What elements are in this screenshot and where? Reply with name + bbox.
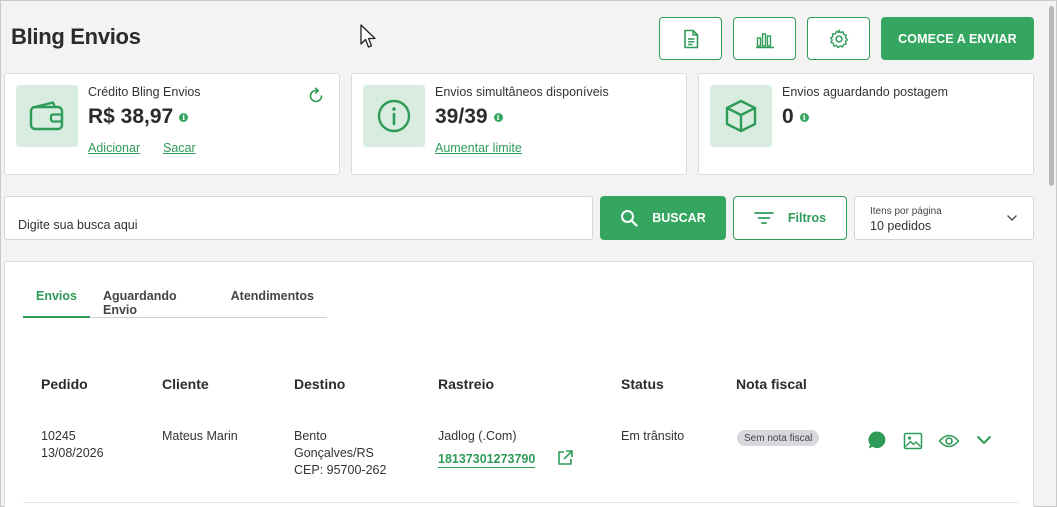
filters-button[interactable]: Filtros xyxy=(733,196,847,240)
add-credit-link[interactable]: Adicionar xyxy=(88,141,140,155)
invoice-badge: Sem nota fiscal xyxy=(737,430,820,446)
awaiting-label: Envios aguardando postagem xyxy=(782,85,949,99)
destination-cep: CEP: 95700-262 xyxy=(294,463,387,477)
column-header-cliente: Cliente xyxy=(162,376,209,392)
order-number: 10245 xyxy=(41,429,76,443)
chat-icon[interactable] xyxy=(867,430,887,450)
eye-icon[interactable] xyxy=(938,433,960,449)
awaiting-icon-box xyxy=(710,85,772,147)
destination-cell: Bento Gonçalves/RS CEP: 95700-262 xyxy=(294,428,386,479)
chevron-down-icon xyxy=(1007,215,1017,221)
credit-value: R$ 38,97 xyxy=(88,105,174,128)
mouse-cursor-icon xyxy=(360,24,376,48)
tab-aguardando-envio[interactable]: Aguardando Envio xyxy=(90,279,218,318)
box-icon xyxy=(725,99,757,133)
refresh-icon[interactable] xyxy=(307,87,325,105)
search-button-label: BUSCAR xyxy=(652,211,706,225)
filters-button-label: Filtros xyxy=(787,211,827,225)
awaiting-value-row: 0 i xyxy=(782,105,809,129)
shipments-value-row: 39/39 i xyxy=(435,105,503,129)
gear-icon xyxy=(829,29,848,48)
shipments-label: Envios simultâneos disponíveis xyxy=(435,85,609,99)
image-icon[interactable] xyxy=(903,432,923,450)
shipments-value: 39/39 xyxy=(435,105,488,128)
info-icon[interactable]: i xyxy=(799,112,809,122)
items-per-page-label: Itens por página xyxy=(870,206,942,217)
info-icon[interactable]: i xyxy=(493,112,503,122)
start-sending-button[interactable]: COMECE A ENVIAR xyxy=(881,17,1034,60)
client-cell: Mateus Marin xyxy=(162,429,238,443)
column-header-pedido: Pedido xyxy=(41,376,88,392)
row-divider xyxy=(23,502,1019,503)
tab-envios[interactable]: Envios xyxy=(23,279,90,318)
shipments-icon-box xyxy=(363,85,425,147)
external-link-icon[interactable] xyxy=(556,449,574,467)
reports-button[interactable] xyxy=(733,17,796,60)
order-date: 13/08/2026 xyxy=(41,446,104,460)
search-button[interactable]: BUSCAR xyxy=(600,196,726,240)
destination-city: Bento xyxy=(294,429,327,443)
filter-icon xyxy=(753,212,774,224)
column-header-status: Status xyxy=(621,376,664,392)
credit-icon-box xyxy=(16,85,78,147)
awaiting-value: 0 xyxy=(782,105,794,128)
status-cell: Em trânsito xyxy=(621,429,685,443)
withdraw-link[interactable]: Sacar xyxy=(163,141,196,155)
settings-button[interactable] xyxy=(807,17,870,60)
search-input[interactable] xyxy=(4,196,593,240)
info-circle-icon xyxy=(377,99,411,133)
items-per-page-value: 10 pedidos xyxy=(870,219,932,233)
tab-bar: Envios Aguardando Envio Atendimentos xyxy=(23,279,327,318)
document-button[interactable] xyxy=(659,17,722,60)
page-title: Bling Envios xyxy=(11,24,141,49)
search-icon xyxy=(621,210,638,227)
order-cell: 10245 13/08/2026 xyxy=(41,428,104,462)
awaiting-card: Envios aguardando postagem 0 i xyxy=(698,73,1034,175)
document-icon xyxy=(683,29,698,48)
tab-atendimentos[interactable]: Atendimentos xyxy=(218,279,327,318)
tracking-link[interactable]: 18137301273790 xyxy=(438,452,536,468)
column-header-destino: Destino xyxy=(294,376,346,392)
credit-value-row: R$ 38,97 i xyxy=(88,105,189,129)
destination-city-state: Gonçalves/RS xyxy=(294,446,374,460)
credit-label: Crédito Bling Envios xyxy=(88,85,201,99)
shipments-card: Envios simultâneos disponíveis 39/39 i A… xyxy=(351,73,687,175)
bar-chart-icon xyxy=(755,32,774,48)
column-header-nota-fiscal: Nota fiscal xyxy=(736,376,807,392)
wallet-icon xyxy=(29,101,64,131)
chevron-down-icon[interactable] xyxy=(976,434,992,446)
increase-limit-link[interactable]: Aumentar limite xyxy=(435,141,522,155)
scrollbar-thumb[interactable] xyxy=(1049,6,1054,186)
column-header-rastreio: Rastreio xyxy=(438,376,495,392)
credit-card: Crédito Bling Envios R$ 38,97 i Adiciona… xyxy=(4,73,340,175)
info-icon[interactable]: i xyxy=(179,112,189,122)
carrier-name: Jadlog (.Com) xyxy=(438,429,517,443)
shipments-panel: Envios Aguardando Envio Atendimentos Ped… xyxy=(4,261,1034,507)
items-per-page-select[interactable]: Itens por página 10 pedidos xyxy=(854,196,1034,240)
